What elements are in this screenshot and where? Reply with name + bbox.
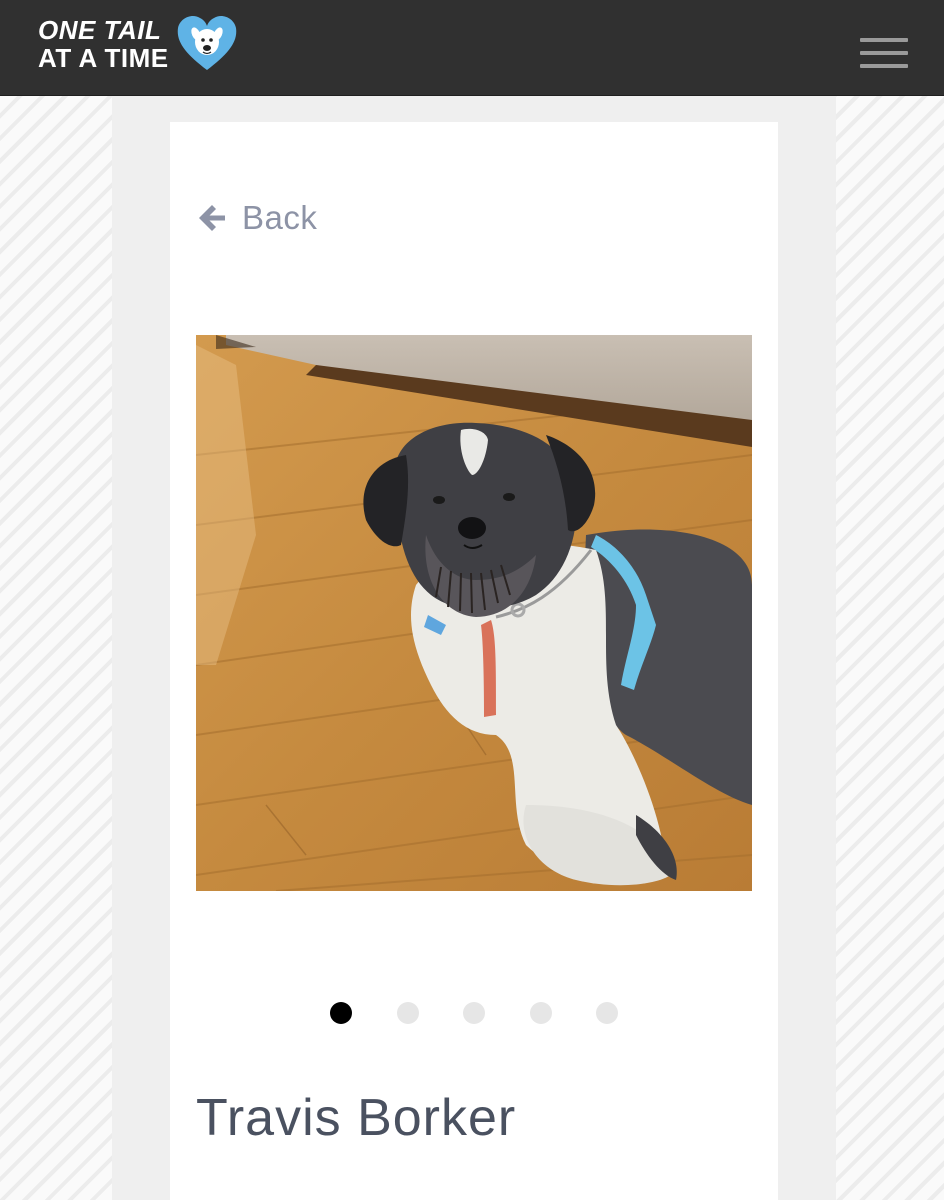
dog-photo-illustration [196, 335, 752, 891]
logo-text-line1: ONE TAIL [38, 15, 162, 45]
pet-name-heading: Travis Borker [196, 1089, 517, 1147]
back-label: Back [242, 199, 318, 236]
carousel-dot-5[interactable] [596, 1002, 618, 1024]
carousel-dot-3[interactable] [463, 1002, 485, 1024]
carousel-dot-1[interactable] [330, 1002, 352, 1024]
top-nav-bar: ONE TAIL AT A TIME [0, 0, 944, 96]
hamburger-menu-button[interactable] [856, 36, 912, 76]
hamburger-menu-icon [860, 38, 908, 42]
carousel-dot-2[interactable] [397, 1002, 419, 1024]
pet-photo[interactable] [196, 335, 752, 891]
logo-text-line2: AT A TIME [38, 43, 169, 73]
dog-heart-icon [177, 16, 237, 70]
arrow-left-icon [199, 205, 225, 231]
carousel-pagination [0, 1002, 944, 1024]
carousel-dot-4[interactable] [530, 1002, 552, 1024]
hamburger-menu-icon-bar [860, 64, 908, 68]
back-link[interactable]: Back [196, 194, 317, 242]
hamburger-menu-icon-bar [860, 51, 908, 55]
site-logo[interactable]: ONE TAIL AT A TIME [38, 14, 248, 78]
